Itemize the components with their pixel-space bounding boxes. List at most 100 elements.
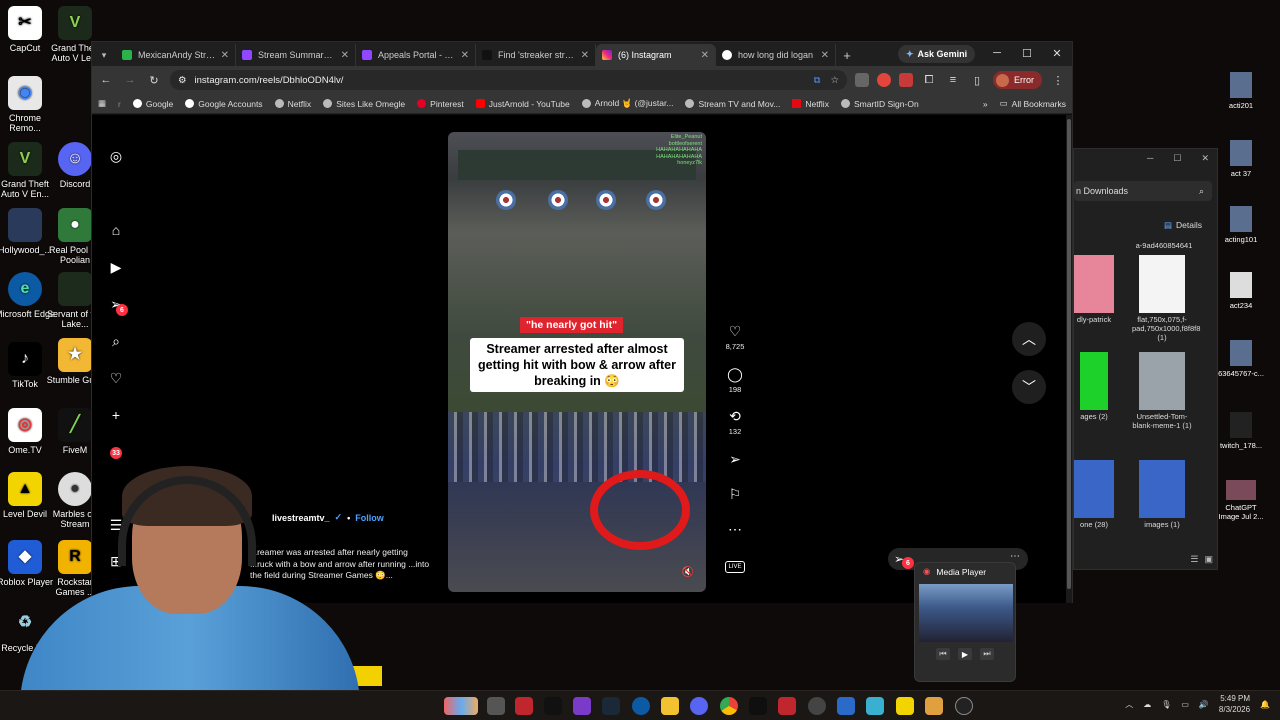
site-info-icon[interactable]: ⚙ (178, 75, 187, 86)
clock[interactable]: 5:49 PM 8/3/2026 (1219, 693, 1250, 715)
comment-button[interactable]: ◯ 198 (722, 366, 748, 394)
details-button[interactable]: ▤ Details (1164, 220, 1202, 231)
file-explorer-icon[interactable] (661, 697, 679, 715)
chevron-up-icon[interactable]: ︿ (1125, 699, 1133, 710)
bookmark-item[interactable]: SmartID Sign-On (840, 99, 919, 109)
bookmark-item[interactable]: Sites Like Omegle (323, 99, 405, 109)
next-reel-button[interactable]: ﹀ (1012, 370, 1046, 404)
fivem-icon[interactable] (749, 697, 767, 715)
app-icon[interactable] (778, 697, 796, 715)
media-player-flyout[interactable]: ◉ Media Player ⏮ ▶ ⏭ (914, 562, 1016, 682)
explorer-search-box[interactable]: n Downloads ⌕ (1074, 181, 1212, 201)
bookmark-item[interactable]: Netflix (792, 99, 829, 109)
desktop-icon-twitch[interactable]: twitch_178... (1218, 412, 1264, 450)
steam-icon[interactable] (602, 697, 620, 715)
instagram-logo-icon[interactable]: ◎ (106, 146, 126, 166)
bookmark-item[interactable]: Google (132, 99, 173, 109)
desktop-icon-act37[interactable]: act 37 (1218, 140, 1264, 178)
extensions-puzzle-icon[interactable]: ⧠ (921, 72, 937, 88)
maximize-icon[interactable]: ☐ (1012, 42, 1042, 64)
app-icon[interactable] (515, 697, 533, 715)
view-toggle[interactable]: ☰ ▣ (1190, 554, 1213, 565)
tab-find-streaker[interactable]: Find 'streaker stream ✕ (476, 44, 596, 66)
widgets-icon[interactable] (444, 697, 478, 715)
bookmark-item[interactable]: Google Accounts (185, 99, 263, 109)
file-item[interactable]: Unsettled-Tom-blank-meme-1 (1) (1132, 352, 1192, 430)
notifications-bell-icon[interactable]: 🔔 (1260, 700, 1270, 709)
close-tab-icon[interactable]: ✕ (701, 50, 709, 61)
tab-stream-summary[interactable]: Stream Summary - T ✕ (236, 44, 356, 66)
previous-reel-button[interactable]: ︿ (1012, 322, 1046, 356)
speaker-icon[interactable]: 🔊 (1199, 700, 1209, 709)
ask-gemini-button[interactable]: ✦ Ask Gemini (898, 45, 976, 63)
desktop-icon-acting101[interactable]: acting101 (1218, 206, 1264, 244)
media-player-icon[interactable] (955, 697, 973, 715)
close-icon[interactable]: ✕ (1201, 153, 1209, 164)
file-item[interactable]: a-9ad460854641 (1134, 241, 1194, 250)
side-panel-icon[interactable]: ▯ (969, 72, 985, 88)
display-icon[interactable]: ▭ (1181, 700, 1189, 709)
tab-how-long-logan[interactable]: how long did logan ✕ (716, 44, 836, 66)
edge-icon[interactable] (632, 697, 650, 715)
app-icon[interactable] (573, 697, 591, 715)
close-icon[interactable]: ✕ (1042, 42, 1072, 64)
scrollbar-thumb[interactable] (1067, 119, 1071, 589)
reload-icon[interactable]: ↻ (146, 72, 162, 88)
bookmark-item[interactable]: Stream TV and Mov... (685, 99, 780, 109)
play-icon[interactable]: ▶ (958, 648, 972, 660)
onedrive-icon[interactable]: ☁ (1143, 700, 1151, 709)
close-tab-icon[interactable]: ✕ (461, 50, 469, 61)
app-icon[interactable] (866, 697, 884, 715)
previous-track-icon[interactable]: ⏮ (936, 648, 950, 660)
tab-instagram[interactable]: (6) Instagram ✕ (596, 44, 716, 66)
extension-icon[interactable] (855, 73, 869, 87)
task-view-icon[interactable] (487, 697, 505, 715)
media-thumbnail[interactable] (919, 584, 1013, 642)
desktop-icon-acti201[interactable]: acti201 (1218, 72, 1264, 110)
file-item[interactable]: dly-patrick (1064, 255, 1124, 324)
bookmark-star-icon[interactable]: ☆ (830, 75, 839, 86)
bookmark-item[interactable]: Pinterest (417, 99, 464, 109)
apps-grid-icon[interactable]: ▦ (98, 98, 106, 109)
desktop-icon-chatgpt-image[interactable]: ChatGPT Image Jul 2... (1218, 480, 1264, 521)
more-menu-icon[interactable]: ⋮ (1050, 72, 1066, 88)
bookmarks-overflow-icon[interactable]: » (983, 99, 988, 109)
tab-mexicanandy[interactable]: MexicanAndy Stream ✕ (116, 44, 236, 66)
close-tab-icon[interactable]: ✕ (341, 50, 349, 61)
grid-view-icon[interactable]: ▣ (1204, 554, 1213, 565)
reels-icon[interactable]: ▶ (106, 257, 126, 277)
file-item[interactable]: flat,750x,075,f-pad,750x1000,f8f8f8 (1) (1132, 255, 1200, 342)
mute-icon[interactable]: 🔇 (682, 567, 694, 578)
app-icon[interactable] (808, 697, 826, 715)
page-scrollbar[interactable] (1066, 115, 1072, 603)
extension-icon[interactable] (899, 73, 913, 87)
bookmark-item[interactable]: Netflix (274, 99, 311, 109)
file-item[interactable]: ages (2) (1064, 352, 1124, 421)
repost-button[interactable]: ⟲ 132 (722, 408, 748, 436)
media-controls-icon[interactable]: ≡ (945, 72, 961, 88)
bookmark-item[interactable]: Arnold 🤘 (@justar... (581, 98, 673, 109)
desktop-icon-act234[interactable]: act234 (1218, 272, 1264, 310)
file-item[interactable]: one (28) (1064, 460, 1124, 529)
desktop-icon-chrome-remote[interactable]: ◉ Chrome Remo... (0, 76, 58, 133)
translate-icon[interactable]: ⧉ (814, 75, 821, 86)
like-button[interactable]: ♡ 8,725 (722, 323, 748, 351)
app-icon[interactable] (925, 697, 943, 715)
url-omnibox[interactable]: ⚙ instagram.com/reels/DbhloODN4lv/ ⧉ ☆ (170, 70, 847, 90)
close-tab-icon[interactable]: ✕ (821, 50, 829, 61)
minimize-icon[interactable]: ─ (1147, 153, 1153, 164)
share-button[interactable]: ➢ (722, 451, 748, 468)
all-bookmarks-button[interactable]: ▭ All Bookmarks (1000, 98, 1066, 109)
profile-error-button[interactable]: Error (993, 71, 1042, 89)
save-button[interactable]: ⚐ (722, 486, 748, 503)
live-button[interactable]: LIVE (722, 555, 748, 573)
bookmark-item[interactable]: JustArnold - YouTube (475, 99, 570, 109)
reel-video[interactable]: Elite_Peanut bottleofserent HAHAHAHAHAHA… (448, 132, 706, 592)
more-options-button[interactable]: ⋯ (722, 521, 748, 538)
tab-appeals-portal[interactable]: Appeals Portal - Twi ✕ (356, 44, 476, 66)
desktop-icon-63645767[interactable]: 63645767-c... (1218, 340, 1264, 378)
list-view-icon[interactable]: ☰ (1190, 554, 1198, 565)
new-tab-button[interactable]: + (836, 44, 858, 66)
microphone-icon[interactable]: 🎙 (1161, 700, 1171, 709)
notifications-heart-icon[interactable]: ♡ (106, 368, 126, 388)
